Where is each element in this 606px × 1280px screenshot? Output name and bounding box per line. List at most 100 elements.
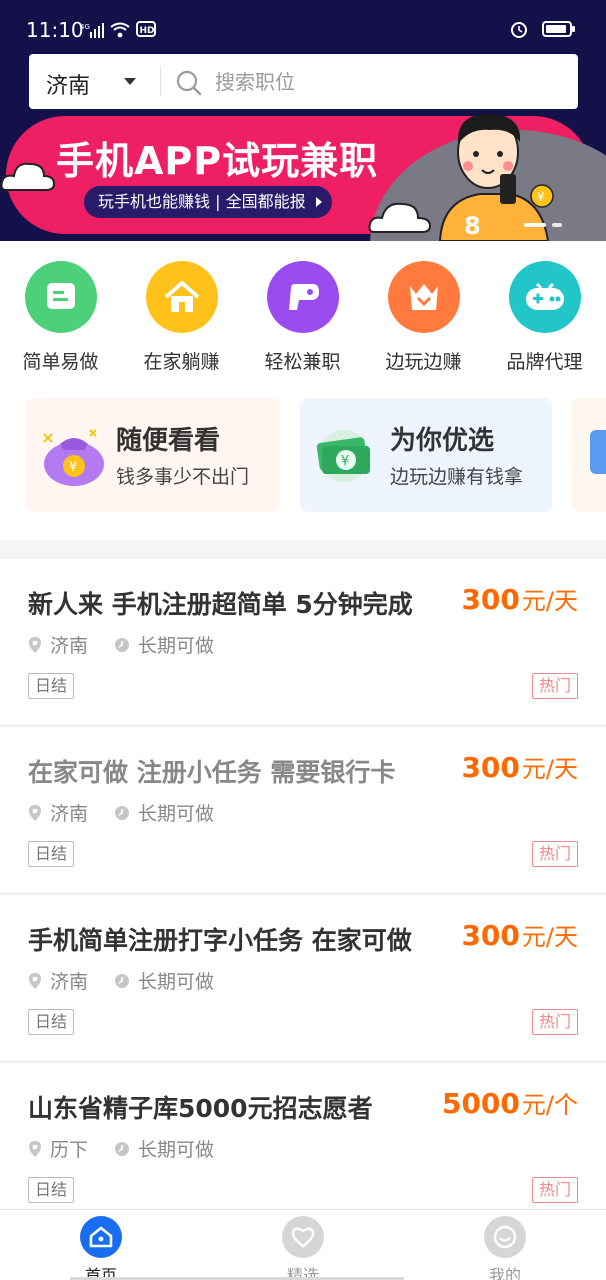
battery-icon [542, 21, 575, 37]
job-location: 济南 [50, 971, 89, 993]
city-selector[interactable]: 济南 [46, 68, 90, 100]
banner-title: 手机APP试玩兼职 [56, 139, 379, 183]
category-item[interactable]: 在家躺赚 [121, 261, 242, 374]
pagination-dot-active[interactable] [524, 223, 546, 227]
banner-pagination [524, 223, 562, 227]
pay-amount: 300 [461, 583, 520, 616]
job-card[interactable]: 山东省精子库5000元招志愿者 5000元/个 历下 长期可做 日结 热门 [0, 1063, 606, 1230]
job-meta: 济南 长期可做 [28, 631, 214, 658]
hot-badge: 热门 [531, 841, 578, 867]
location-pin-icon [29, 972, 41, 989]
pay-amount: 5000 [441, 1087, 520, 1120]
hd-icon: HD [136, 21, 156, 37]
hot-badge: 热门 [531, 1177, 578, 1203]
promo-banner[interactable]: 手机APP试玩兼职 玩手机也能赚钱 | 全国都能报 ¥ 8 [0, 112, 606, 241]
category-item[interactable]: 品牌代理 [484, 261, 605, 374]
job-meta: 济南 长期可做 [28, 799, 214, 826]
nav-item-home[interactable]: 首页 [0, 1210, 202, 1280]
cartoon-person-icon: ¥ 8 [438, 114, 554, 241]
promo-card[interactable]: ¥ 为你优选 边玩边赚有钱拿 [300, 398, 552, 512]
status-bar: 11:10 4G HD [0, 0, 606, 58]
job-tag: 日结 [28, 1177, 75, 1203]
crown-icon [387, 261, 460, 333]
promo-card-partial[interactable] [572, 398, 606, 512]
svg-text:¥: ¥ [537, 190, 545, 204]
pagination-dot[interactable] [552, 223, 562, 227]
job-card[interactable]: 在家可做 注册小任务 需要银行卡 300元/天 济南 长期可做 日结 热门 [0, 727, 606, 894]
cash-stack-icon: ¥ [316, 430, 370, 482]
svg-text:¥: ¥ [341, 454, 349, 469]
pay-unit: 元/天 [521, 755, 578, 783]
job-pay: 300元/天 [461, 581, 578, 616]
pay-amount: 300 [461, 751, 520, 784]
job-tag: 日结 [28, 841, 75, 867]
job-duration: 长期可做 [138, 1139, 215, 1161]
alarm-icon [511, 22, 527, 38]
category-item[interactable]: 边玩边赚 [363, 261, 484, 374]
search-icon[interactable] [176, 70, 202, 96]
search-divider [160, 66, 161, 96]
category-item[interactable]: 简单易做 [0, 261, 121, 374]
promo-subtitle: 边玩边赚有钱拿 [390, 466, 524, 488]
chevron-down-icon[interactable] [124, 78, 136, 85]
job-pay: 300元/天 [461, 917, 578, 952]
pay-unit: 元/个 [521, 1091, 578, 1119]
clock-icon [115, 637, 130, 652]
hot-badge: 热门 [531, 1009, 578, 1035]
category-label: 品牌代理 [506, 351, 583, 373]
job-location: 济南 [50, 803, 89, 825]
nav-label: 我的 [488, 1266, 521, 1280]
smiley-icon [484, 1216, 526, 1258]
job-title: 新人来 手机注册超简单 5分钟完成 [28, 590, 413, 619]
category-label: 边玩边赚 [385, 351, 462, 373]
search-bar: 济南 [29, 54, 578, 109]
location-pin-icon [29, 804, 41, 821]
category-item[interactable]: 轻松兼职 [242, 261, 363, 374]
location-pin-icon [29, 1140, 41, 1157]
job-tag: 日结 [28, 673, 75, 699]
home-icon [145, 261, 218, 333]
banner-subtitle-text: 玩手机也能赚钱 | 全国都能报 [98, 192, 306, 211]
job-card[interactable]: 新人来 手机注册超简单 5分钟完成 300元/天 济南 长期可做 日结 热门 [0, 559, 606, 726]
status-right-icons [510, 20, 576, 38]
job-pay: 300元/天 [461, 749, 578, 784]
money-bag-icon: ¥ [43, 429, 104, 486]
promo-subtitle: 钱多事少不出门 [116, 466, 250, 488]
pay-unit: 元/天 [521, 923, 578, 951]
pay-unit: 元/天 [521, 587, 578, 615]
heart-icon [282, 1216, 324, 1258]
chevron-right-icon [315, 197, 322, 207]
svg-text:¥: ¥ [69, 460, 77, 475]
cloud-icon [0, 162, 56, 191]
category-label: 简单易做 [22, 351, 99, 373]
job-card[interactable]: 手机简单注册打字小任务 在家可做 300元/天 济南 长期可做 日结 热门 [0, 895, 606, 1062]
clock-icon [115, 805, 130, 820]
clock-icon [115, 1141, 130, 1156]
phone-icon [590, 430, 606, 474]
job-pay: 5000元/个 [442, 1085, 578, 1120]
status-network-icons: 4G HD [80, 20, 156, 38]
search-input[interactable] [215, 65, 555, 99]
job-title: 山东省精子库5000元招志愿者 [28, 1094, 373, 1123]
svg-text:HD: HD [140, 26, 155, 36]
promo-card[interactable]: ¥ 随便看看 钱多事少不出门 [26, 398, 280, 512]
job-meta: 济南 长期可做 [28, 967, 214, 994]
controller-icon [508, 261, 581, 333]
svg-text:4G: 4G [80, 23, 90, 31]
nav-item-me[interactable]: 我的 [404, 1210, 606, 1280]
gamepad-icon [266, 261, 339, 333]
job-title: 手机简单注册打字小任务 在家可做 [28, 926, 412, 955]
category-label: 轻松兼职 [264, 351, 341, 373]
job-title: 在家可做 注册小任务 需要银行卡 [28, 758, 396, 787]
job-location: 历下 [50, 1139, 89, 1161]
banner-badge: 8 [464, 212, 481, 240]
job-location: 济南 [50, 635, 89, 657]
promo-title: 为你优选 [390, 426, 495, 456]
note-icon [24, 261, 97, 333]
nav-item-featured[interactable]: 精选 [202, 1210, 404, 1280]
job-duration: 长期可做 [138, 971, 215, 993]
home-icon [80, 1216, 122, 1258]
category-label: 在家躺赚 [143, 351, 220, 373]
pay-amount: 300 [461, 919, 520, 952]
signal-icon: 4G [80, 23, 104, 38]
